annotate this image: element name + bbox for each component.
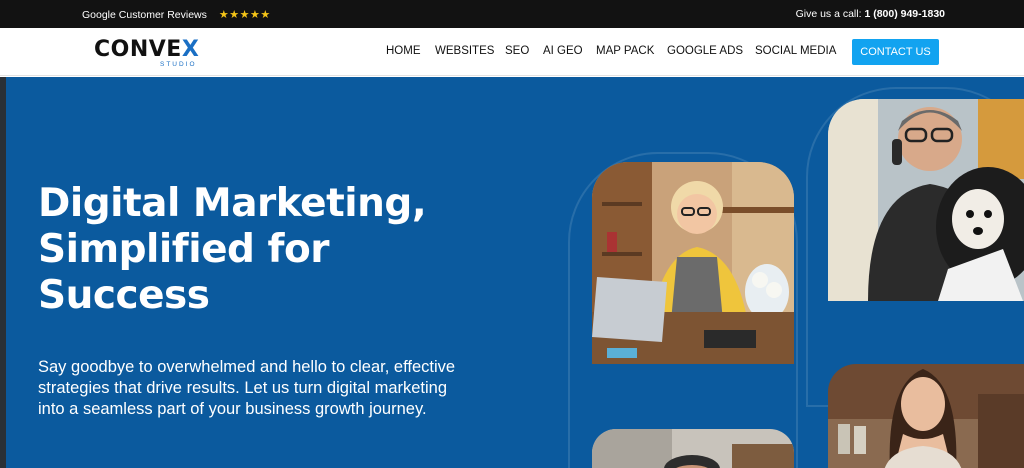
photo-man-partial [592, 429, 794, 468]
call-prefix: Give us a call: [795, 8, 862, 20]
hero-headline: Digital Marketing, Simplified for Succes… [38, 181, 427, 318]
contact-us-button[interactable]: CONTACT US [852, 39, 939, 65]
logo-wordmark: CONVEX [94, 37, 200, 62]
main-navbar: CONVEX STUDIO HOME WEBSITES SEO AI GEO M… [0, 28, 1024, 76]
nav-seo[interactable]: SEO [505, 45, 529, 57]
hero-section: Digital Marketing, Simplified for Succes… [0, 77, 1024, 468]
reviews-label: Google Customer Reviews [82, 8, 207, 21]
logo-tagline: STUDIO [160, 61, 197, 68]
nav-map-pack[interactable]: MAP PACK [596, 45, 654, 57]
nav-home[interactable]: HOME [386, 45, 421, 57]
call-info: Give us a call: 1 (800) 949-1830 [796, 8, 945, 20]
nav-social-media[interactable]: SOCIAL MEDIA [755, 45, 836, 57]
top-bar: Google Customer Reviews ★★★★★ Give us a … [0, 0, 1024, 28]
photo-man-with-dog [828, 99, 1024, 301]
nav-google-ads[interactable]: GOOGLE ADS [667, 45, 743, 57]
photo-woman-laptop [592, 162, 794, 364]
phone-link[interactable]: 1 (800) 949-1830 [864, 8, 945, 20]
photo-woman-smiling [828, 364, 1024, 468]
nav-ai-geo[interactable]: AI GEO [543, 45, 583, 57]
hero-left-edge [0, 77, 6, 468]
star-rating-icon: ★★★★★ [218, 9, 271, 21]
hero-subtext: Say goodbye to overwhelmed and hello to … [38, 358, 456, 418]
nav-websites[interactable]: WEBSITES [435, 45, 494, 57]
google-reviews[interactable]: Google Customer Reviews ★★★★★ [82, 8, 271, 22]
logo[interactable]: CONVEX STUDIO [94, 37, 200, 69]
